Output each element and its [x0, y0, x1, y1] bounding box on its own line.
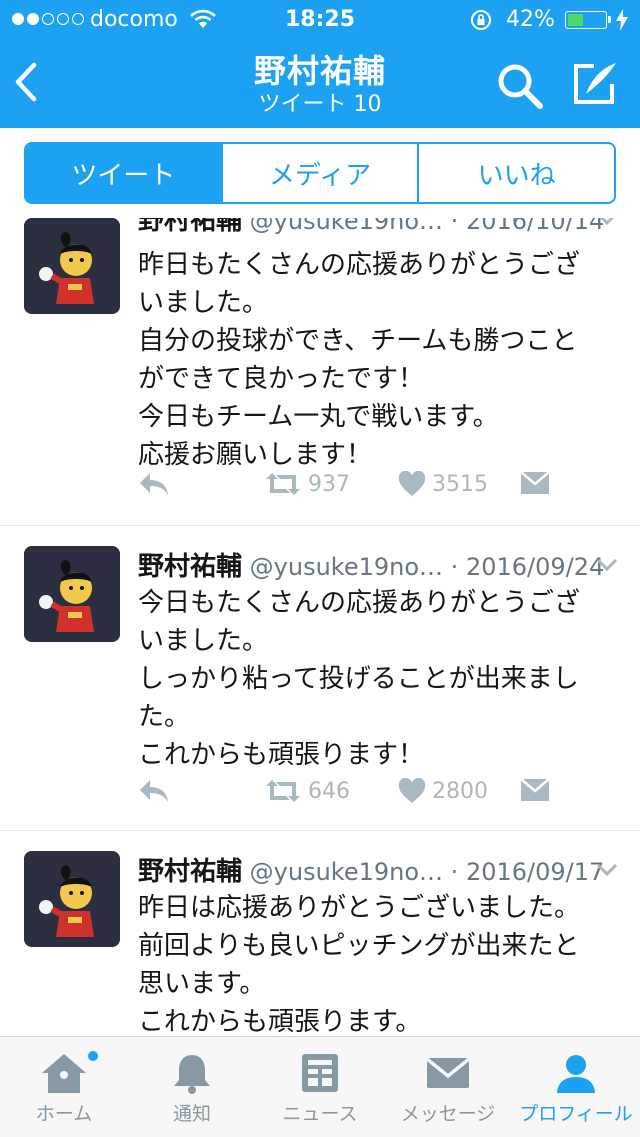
heart-icon	[398, 471, 426, 496]
bottom-tab-bar: ホーム 通知 ニュース メッセージ プロフィール	[0, 1036, 640, 1137]
retweet-icon	[266, 473, 300, 495]
like-count: 3515	[432, 471, 488, 497]
chevron-down-icon[interactable]	[596, 218, 618, 226]
home-icon	[42, 1054, 86, 1093]
tweet-text: 昨日もたくさんの応援ありがとうござ いました。 自分の投球ができ、チームも勝つこ…	[138, 246, 628, 474]
tweet-text-line: 今日もチーム一丸で戦います。	[138, 402, 499, 432]
tweet-author-name: 野村祐輔	[138, 552, 243, 582]
status-bar: docomo 18:25 42%	[0, 0, 640, 40]
tab-messages-label: メッセージ	[400, 1103, 496, 1125]
chevron-down-icon[interactable]	[596, 558, 618, 572]
tab-home[interactable]: ホーム	[0, 1037, 128, 1137]
tab-news-label: ニュース	[282, 1103, 358, 1125]
person-icon	[557, 1055, 595, 1093]
tab-notifications-label: 通知	[172, 1103, 211, 1125]
bell-icon	[174, 1055, 210, 1094]
tab-profile[interactable]: プロフィール	[512, 1037, 640, 1137]
tweet-text-line: いました。	[138, 288, 269, 318]
tab-profile-label: プロフィール	[519, 1103, 633, 1125]
rotation-lock-icon	[471, 10, 491, 30]
reply-icon	[140, 473, 168, 495]
tweet-item[interactable]: 野村祐輔 @yusuke19no… · 2016/09/17 昨日は応援ありがと…	[0, 831, 640, 1036]
battery-percent: 42%	[506, 7, 555, 32]
tweet-text: 昨日は応援ありがとうございました。 前回よりも良いピッチングが出来たと 思います…	[138, 889, 628, 1036]
tweet-header: 野村祐輔 @yusuke19no… · 2016/09/24	[138, 546, 628, 586]
tweet-text-line: これからも頑張ります。	[138, 1007, 422, 1036]
envelope-icon	[425, 1057, 471, 1088]
heart-icon	[398, 778, 426, 803]
top-bar: docomo 18:25 42% 野村祐輔 ツイート 10	[0, 0, 640, 128]
tab-news[interactable]: ニュース	[256, 1037, 384, 1137]
tweet-date: 2016/10/14	[465, 218, 605, 235]
tab-media[interactable]: メディア	[223, 144, 420, 202]
like-button[interactable]: 3515	[398, 471, 488, 497]
direct-message-button[interactable]	[520, 778, 550, 802]
tweet-text-line: いました。	[138, 626, 269, 656]
tweet-timeline[interactable]: 野村祐輔 @yusuke19no… · 2016/10/14 昨日もたくさんの応…	[0, 218, 640, 1036]
segmented-control: ツイート メディア いいね	[24, 142, 616, 204]
tweet-author-handle: @yusuke19no…	[249, 218, 444, 235]
envelope-icon	[520, 471, 550, 494]
tweet-separator: ·	[450, 553, 459, 581]
tweet-text-line: ができて良かったです！	[138, 364, 425, 394]
tweet-actions: 646 2800	[138, 778, 618, 812]
tweet-text-line: しっかり粘って投げることが出来まし	[138, 664, 579, 694]
reply-icon	[140, 780, 168, 802]
tweet-author-handle: @yusuke19no…	[249, 858, 444, 886]
tab-likes[interactable]: いいね	[419, 144, 614, 202]
profile-tabs: ツイート メディア いいね	[0, 128, 640, 218]
retweet-button[interactable]: 937	[264, 471, 350, 497]
retweet-icon	[266, 780, 300, 802]
charging-icon	[616, 9, 628, 31]
new-activity-dot	[88, 1051, 98, 1061]
search-icon[interactable]	[496, 62, 544, 110]
tweet-date: 2016/09/24	[465, 553, 605, 581]
avatar[interactable]	[24, 851, 120, 947]
like-count: 2800	[432, 778, 488, 804]
tweet-separator: ·	[450, 858, 459, 886]
tweet-header: 野村祐輔 @yusuke19no… · 2016/09/17	[138, 851, 628, 891]
battery-icon	[565, 11, 611, 29]
like-button[interactable]: 2800	[398, 778, 488, 804]
tweet-author-handle: @yusuke19no…	[249, 553, 444, 581]
tweet-text-line: 応援お願いします！	[138, 440, 373, 470]
tab-tweets[interactable]: ツイート	[26, 144, 223, 202]
reply-button[interactable]	[138, 471, 170, 497]
tweet-text-line: た。	[138, 702, 191, 732]
tweet-text-line: 今日もたくさんの応援ありがとうござ	[138, 588, 581, 618]
tweet-text-line: 昨日は応援ありがとうございました。	[138, 893, 581, 923]
avatar[interactable]	[24, 546, 120, 642]
tweet-count: ツイート 10	[258, 92, 382, 117]
tab-home-label: ホーム	[35, 1103, 93, 1125]
tweet-author-name: 野村祐輔	[138, 218, 243, 236]
envelope-icon	[520, 778, 550, 801]
reply-button[interactable]	[138, 778, 170, 804]
tweet-text-line: 前回よりも良いピッチングが出来たと	[138, 931, 580, 961]
tweet-text-line: これからも頑張ります！	[138, 740, 425, 770]
tweet-actions: 937 3515	[138, 471, 618, 505]
retweet-count: 937	[308, 471, 350, 497]
tweet-text-line: 昨日もたくさんの応援ありがとうござ	[138, 250, 581, 280]
tweet-text: 今日もたくさんの応援ありがとうござ いました。 しっかり粘って投げることが出来ま…	[138, 584, 628, 774]
compose-icon[interactable]	[572, 60, 620, 108]
retweet-button[interactable]: 646	[264, 778, 350, 804]
tweet-text-line: 思います。	[138, 969, 266, 999]
tweet-date: 2016/09/17	[465, 858, 605, 886]
direct-message-button[interactable]	[520, 471, 550, 495]
tab-messages[interactable]: メッセージ	[384, 1037, 512, 1137]
tweet-item[interactable]: 野村祐輔 @yusuke19no… · 2016/10/14 昨日もたくさんの応…	[0, 218, 640, 526]
chevron-down-icon[interactable]	[596, 863, 618, 877]
retweet-count: 646	[308, 778, 350, 804]
tweet-item[interactable]: 野村祐輔 @yusuke19no… · 2016/09/24 今日もたくさんの応…	[0, 526, 640, 831]
tweet-separator: ·	[450, 218, 459, 235]
tab-notifications[interactable]: 通知	[128, 1037, 256, 1137]
tweet-text-line: 自分の投球ができ、チームも勝つこと	[138, 326, 578, 356]
avatar[interactable]	[24, 218, 120, 314]
tweet-header: 野村祐輔 @yusuke19no… · 2016/10/14	[138, 218, 628, 240]
tweet-author-name: 野村祐輔	[138, 857, 243, 887]
news-icon	[302, 1054, 338, 1092]
